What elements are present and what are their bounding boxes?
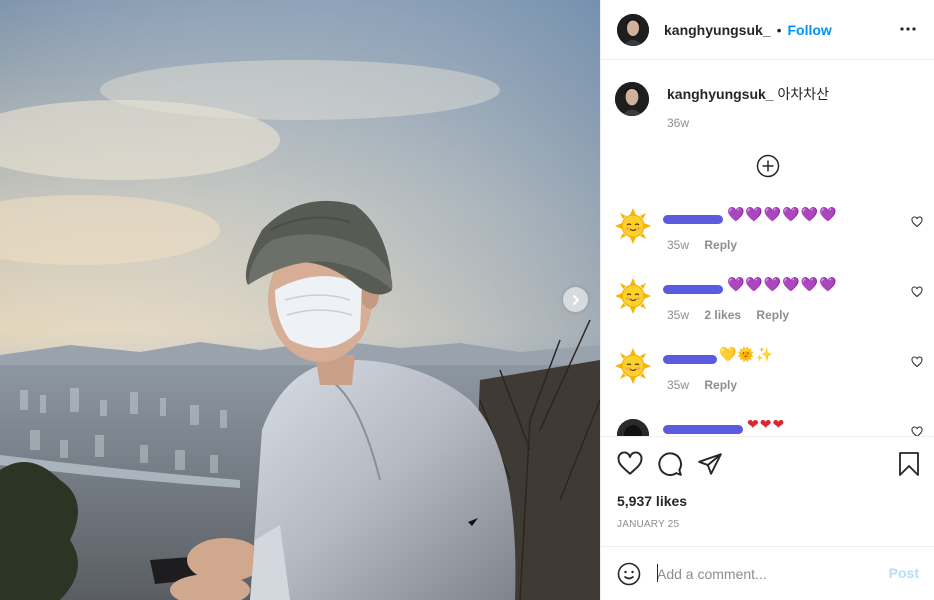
plus-circle-icon	[756, 154, 780, 178]
post-photo	[0, 0, 600, 600]
add-comment-bar: Post	[601, 546, 934, 600]
reply-button[interactable]: Reply	[704, 378, 737, 392]
list-item: 💛🌞✨ 35w Reply	[615, 346, 925, 408]
post-header: kanghyungsuk_ • Follow	[601, 0, 934, 60]
more-options-icon	[900, 27, 916, 31]
heart-icon[interactable]	[911, 216, 923, 228]
comment-text: ❤❤❤	[747, 416, 786, 432]
post-date[interactable]: JANUARY 25	[617, 519, 679, 530]
comments-list[interactable]: kanghyungsuk_ 아차차산 36w 💜💜💜💜💜💜 35w Reply …	[601, 60, 934, 436]
comment-time[interactable]: 35w	[667, 378, 689, 392]
redacted-username[interactable]	[663, 425, 743, 434]
caption-body: 아차차산	[777, 86, 830, 102]
more-options-button[interactable]	[900, 22, 916, 41]
list-item: ❤❤❤	[615, 416, 925, 436]
like-count[interactable]: 5,937 likes	[617, 493, 687, 509]
comment-text: 💛🌞✨	[719, 346, 775, 362]
instagram-post-modal: kanghyungsuk_ • Follow kanghyungsuk_ 아차차…	[0, 0, 934, 600]
heart-icon[interactable]	[911, 356, 923, 368]
text-caret	[657, 564, 658, 582]
comment-text: 💜💜💜💜💜💜	[727, 276, 838, 292]
post-actions: 5,937 likes JANUARY 25	[601, 436, 934, 546]
paper-plane-icon[interactable]	[697, 451, 723, 477]
sun-face-avatar-icon[interactable]	[615, 348, 651, 384]
comment-avatar[interactable]	[617, 419, 649, 436]
avatar-image	[615, 82, 649, 116]
reply-button[interactable]: Reply	[756, 308, 789, 322]
photo-image	[0, 0, 600, 600]
avatar-image	[617, 13, 649, 46]
caption-avatar[interactable]	[615, 82, 649, 116]
sun-face-avatar-icon[interactable]	[615, 278, 651, 314]
chevron-right-icon	[572, 294, 579, 305]
comment-meta: 35w Reply	[667, 378, 749, 392]
list-item: 💜💜💜💜💜💜 35w Reply	[615, 206, 925, 268]
smiley-icon[interactable]	[617, 562, 641, 586]
caption-username[interactable]: kanghyungsuk_	[667, 86, 774, 102]
post-comment-button[interactable]: Post	[889, 565, 919, 581]
header-username[interactable]: kanghyungsuk_	[664, 22, 771, 38]
follow-button[interactable]: Follow	[788, 22, 832, 38]
comment-time[interactable]: 35w	[667, 238, 689, 252]
avatar[interactable]	[617, 13, 649, 46]
sun-face-avatar-icon[interactable]	[615, 208, 651, 244]
comment-meta: 35w 2 likes Reply	[667, 308, 801, 322]
caption-time[interactable]: 36w	[667, 116, 689, 130]
caption-text: kanghyungsuk_ 아차차산	[667, 84, 829, 104]
redacted-username[interactable]	[663, 285, 723, 294]
heart-icon[interactable]	[617, 451, 643, 477]
next-photo-button[interactable]	[563, 287, 588, 312]
heart-icon[interactable]	[911, 426, 923, 436]
comment-icon[interactable]	[657, 451, 683, 477]
comment-time[interactable]: 35w	[667, 308, 689, 322]
avatar-image	[617, 419, 649, 436]
separator-dot: •	[776, 21, 782, 38]
comment-input[interactable]	[657, 563, 877, 585]
list-item: 💜💜💜💜💜💜 35w 2 likes Reply	[615, 276, 925, 338]
post-side-panel: kanghyungsuk_ • Follow kanghyungsuk_ 아차차…	[600, 0, 934, 600]
comment-likes[interactable]: 2 likes	[704, 308, 741, 322]
heart-icon[interactable]	[911, 286, 923, 298]
comment-text: 💜💜💜💜💜💜	[727, 206, 838, 222]
redacted-username[interactable]	[663, 215, 723, 224]
redacted-username[interactable]	[663, 355, 717, 364]
comment-meta: 35w Reply	[667, 238, 749, 252]
reply-button[interactable]: Reply	[704, 238, 737, 252]
load-more-comments-button[interactable]	[756, 154, 780, 178]
bookmark-icon[interactable]	[897, 451, 921, 477]
